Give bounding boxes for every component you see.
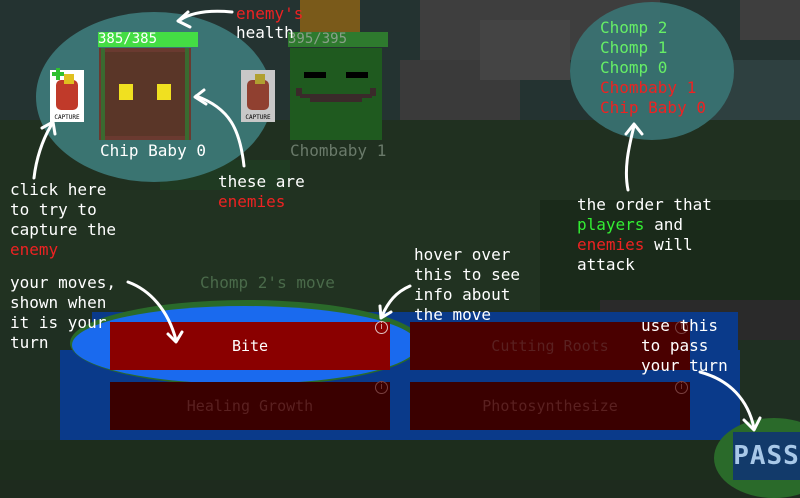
arrow-capture: [32, 122, 54, 180]
arrow-order: [624, 124, 636, 192]
arrow-moves: [126, 280, 178, 342]
tutorial-arrows: [32, 9, 762, 432]
arrow-pass: [698, 370, 756, 430]
arrow-hover: [380, 284, 412, 318]
arrow-enemies: [194, 94, 246, 168]
